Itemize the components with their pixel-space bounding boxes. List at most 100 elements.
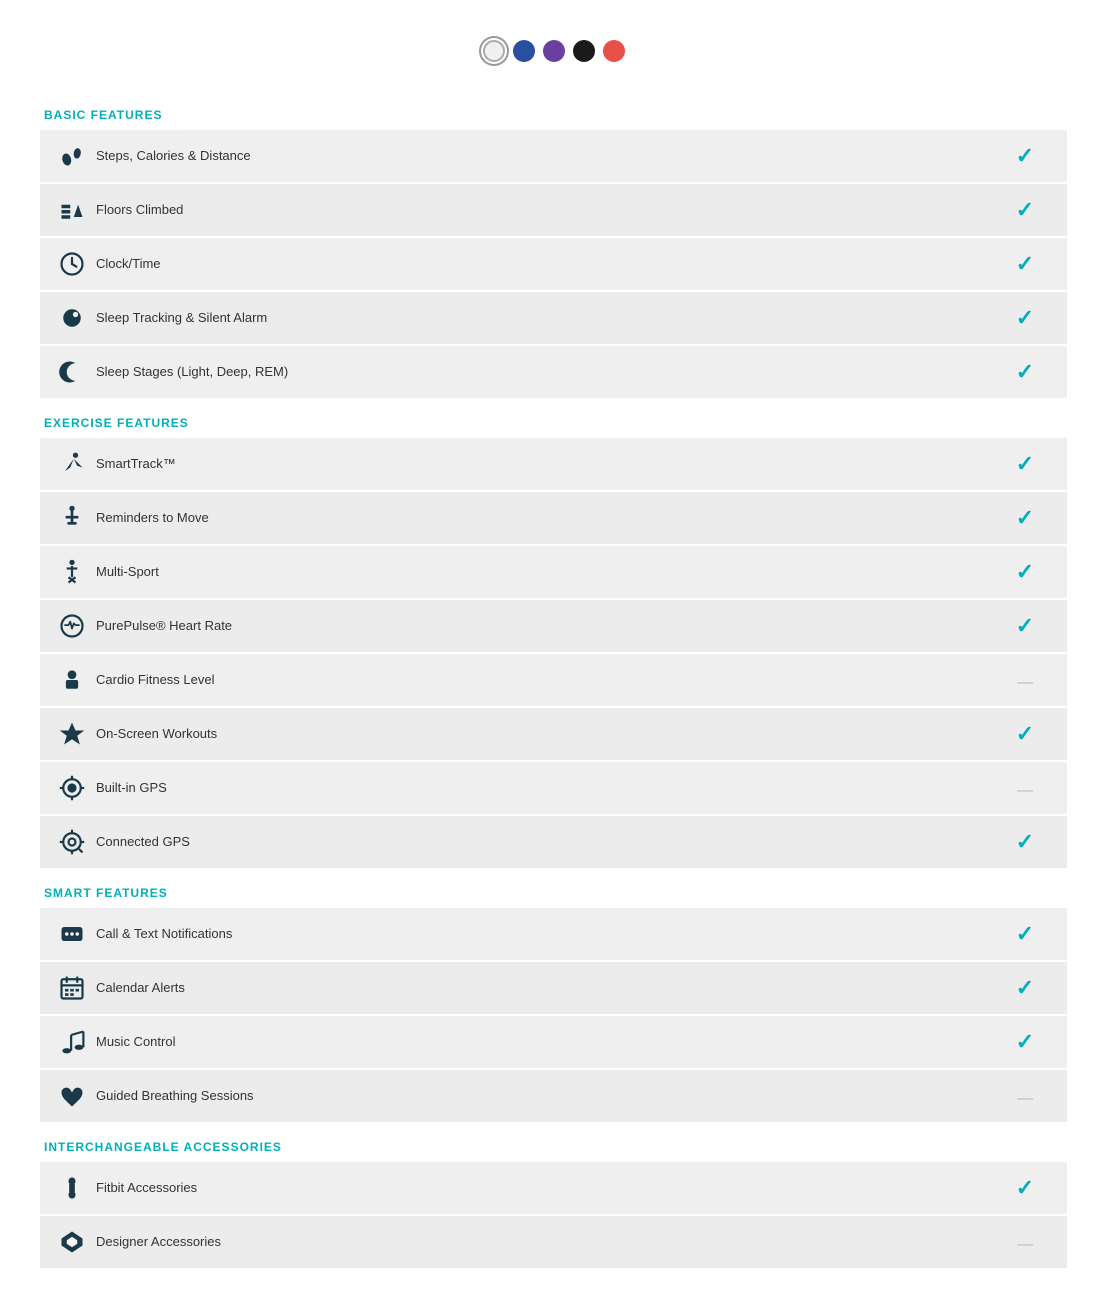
section-header-smart: SMART FEATURES [40, 870, 1067, 908]
check-yes-icon [1016, 559, 1034, 584]
feature-label-builtin-gps: Built-in GPS [92, 780, 995, 797]
feature-row-cardio: Cardio Fitness Level [40, 654, 1067, 706]
heart-icon [52, 612, 92, 640]
check-no-icon [1017, 1083, 1033, 1108]
check-yes-icon [1016, 975, 1034, 1000]
cardio-icon [52, 666, 92, 694]
message-icon [52, 920, 92, 948]
check-no-icon [1017, 667, 1033, 692]
feature-row-sleep: Sleep Tracking & Silent Alarm [40, 292, 1067, 344]
features-container: BASIC FEATURES Steps, Calories & Distance… [40, 92, 1067, 1268]
feature-check-notifications [995, 921, 1055, 947]
feature-row-floors: Floors Climbed [40, 184, 1067, 236]
feature-check-designer-acc [995, 1229, 1055, 1255]
designer-acc-icon [52, 1228, 92, 1256]
feature-check-sleep [995, 305, 1055, 331]
feature-label-steps: Steps, Calories & Distance [92, 148, 995, 165]
product-header [40, 20, 1067, 62]
section-header-exercise: EXERCISE FEATURES [40, 400, 1067, 438]
check-yes-icon [1016, 305, 1034, 330]
gps2-icon [52, 828, 92, 856]
feature-row-music: Music Control [40, 1016, 1067, 1068]
color-options [40, 40, 1067, 62]
check-yes-icon [1016, 197, 1034, 222]
color-swatch-black[interactable] [573, 40, 595, 62]
feature-label-multisport: Multi-Sport [92, 564, 995, 581]
feature-row-steps: Steps, Calories & Distance [40, 130, 1067, 182]
section-basic: BASIC FEATURES Steps, Calories & Distance… [40, 92, 1067, 398]
section-accessories: INTERCHANGEABLE ACCESSORIESFitbit Access… [40, 1124, 1067, 1268]
section-header-basic: BASIC FEATURES [40, 92, 1067, 130]
floors-icon [52, 196, 92, 224]
color-swatch-purple[interactable] [543, 40, 565, 62]
feature-row-notifications: Call & Text Notifications [40, 908, 1067, 960]
feature-check-multisport [995, 559, 1055, 585]
feature-check-heartrate [995, 613, 1055, 639]
feature-row-fitbit-acc: Fitbit Accessories [40, 1162, 1067, 1214]
check-yes-icon [1016, 1029, 1034, 1054]
moon-icon [52, 358, 92, 386]
feature-label-sleep: Sleep Tracking & Silent Alarm [92, 310, 995, 327]
page-container: BASIC FEATURES Steps, Calories & Distance… [0, 0, 1107, 1310]
feature-label-notifications: Call & Text Notifications [92, 926, 995, 943]
feature-label-connected-gps: Connected GPS [92, 834, 995, 851]
check-yes-icon [1016, 829, 1034, 854]
feature-label-reminders: Reminders to Move [92, 510, 995, 527]
feature-check-builtin-gps [995, 775, 1055, 801]
section-header-accessories: INTERCHANGEABLE ACCESSORIES [40, 1124, 1067, 1162]
section-exercise: EXERCISE FEATURES SmartTrack™ Reminders to… [40, 400, 1067, 868]
feature-row-calendar: Calendar Alerts [40, 962, 1067, 1014]
feature-check-clock [995, 251, 1055, 277]
feature-check-reminders [995, 505, 1055, 531]
feature-check-sleep-stages [995, 359, 1055, 385]
clock-icon [52, 250, 92, 278]
fitbit-acc-icon [52, 1174, 92, 1202]
feature-label-music: Music Control [92, 1034, 995, 1051]
feature-row-workouts: On-Screen Workouts [40, 708, 1067, 760]
feature-label-heartrate: PurePulse® Heart Rate [92, 618, 995, 635]
feature-check-floors [995, 197, 1055, 223]
feature-label-sleep-stages: Sleep Stages (Light, Deep, REM) [92, 364, 995, 381]
music-icon [52, 1028, 92, 1056]
check-yes-icon [1016, 143, 1034, 168]
calendar-icon [52, 974, 92, 1002]
check-yes-icon [1016, 613, 1034, 638]
feature-label-smarttrack: SmartTrack™ [92, 456, 995, 473]
sleep-icon [52, 304, 92, 332]
feature-row-reminders: Reminders to Move [40, 492, 1067, 544]
check-yes-icon [1016, 505, 1034, 530]
color-swatch-white[interactable] [483, 40, 505, 62]
feature-check-cardio [995, 667, 1055, 693]
check-yes-icon [1016, 359, 1034, 384]
feature-row-breathing: Guided Breathing Sessions [40, 1070, 1067, 1122]
feature-check-calendar [995, 975, 1055, 1001]
check-yes-icon [1016, 1175, 1034, 1200]
check-yes-icon [1016, 921, 1034, 946]
feature-check-workouts [995, 721, 1055, 747]
feature-label-clock: Clock/Time [92, 256, 995, 273]
feature-check-smarttrack [995, 451, 1055, 477]
feature-check-connected-gps [995, 829, 1055, 855]
feature-label-designer-acc: Designer Accessories [92, 1234, 995, 1251]
color-swatch-coral[interactable] [603, 40, 625, 62]
feature-check-music [995, 1029, 1055, 1055]
feature-check-fitbit-acc [995, 1175, 1055, 1201]
feature-row-sleep-stages: Sleep Stages (Light, Deep, REM) [40, 346, 1067, 398]
feature-row-heartrate: PurePulse® Heart Rate [40, 600, 1067, 652]
multisport-icon [52, 558, 92, 586]
run-icon [52, 450, 92, 478]
check-yes-icon [1016, 251, 1034, 276]
feature-check-breathing [995, 1083, 1055, 1109]
feature-row-smarttrack: SmartTrack™ [40, 438, 1067, 490]
feature-row-connected-gps: Connected GPS [40, 816, 1067, 868]
breathing-icon [52, 1082, 92, 1110]
feature-label-cardio: Cardio Fitness Level [92, 672, 995, 689]
section-smart: SMART FEATURES Call & Text Notifications C… [40, 870, 1067, 1122]
move-icon [52, 504, 92, 532]
feature-row-clock: Clock/Time [40, 238, 1067, 290]
color-swatch-blue[interactable] [513, 40, 535, 62]
feature-check-steps [995, 143, 1055, 169]
feature-label-breathing: Guided Breathing Sessions [92, 1088, 995, 1105]
feature-row-designer-acc: Designer Accessories [40, 1216, 1067, 1268]
feature-label-calendar: Calendar Alerts [92, 980, 995, 997]
